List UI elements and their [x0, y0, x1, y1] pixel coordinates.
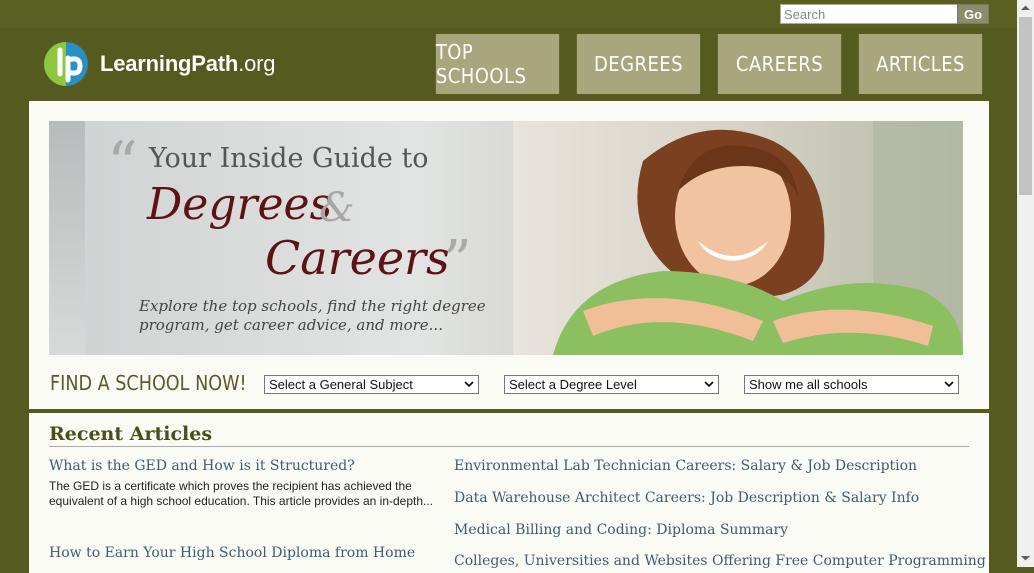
recent-articles-section: Recent Articles What is the GED and How … — [29, 413, 989, 573]
article-link-ged[interactable]: What is the GED and How is it Structured… — [49, 458, 355, 474]
degree-level-select[interactable]: Select a Degree Level — [504, 375, 719, 394]
nav-articles[interactable]: ARTICLES — [858, 34, 983, 94]
logo-text: LearningPath.org — [100, 51, 276, 76]
recent-articles-heading: Recent Articles — [49, 423, 213, 445]
divider — [49, 446, 969, 447]
find-school-label: FIND A SCHOOL NOW! — [50, 371, 247, 395]
article-excerpt: The GED is a certificate which proves th… — [49, 479, 434, 508]
nav-top-schools[interactable]: TOP SCHOOLS — [435, 34, 560, 94]
article-link-medical-billing[interactable]: Medical Billing and Coding: Diploma Summ… — [454, 522, 788, 538]
nav-degrees[interactable]: DEGREES — [576, 34, 701, 94]
hero-degrees: Degrees — [147, 179, 333, 230]
scrollbar-thumb[interactable] — [1019, 17, 1032, 195]
scroll-up-icon[interactable] — [1017, 2, 1034, 14]
hero-photo — [513, 121, 963, 355]
chevron-down-icon — [464, 381, 474, 388]
site-logo[interactable]: LearningPath.org — [42, 40, 275, 88]
article-link-diploma-home[interactable]: How to Earn Your High School Diploma fro… — [49, 545, 415, 561]
schools-select[interactable]: Show me all schools — [744, 375, 959, 394]
schools-select-value: Show me all schools — [749, 377, 868, 392]
scrollbar[interactable] — [1017, 0, 1034, 567]
logo-icon — [44, 42, 88, 86]
article-link-environmental-lab[interactable]: Environmental Lab Technician Careers: Sa… — [454, 458, 917, 474]
hero-ampersand: & — [319, 185, 355, 231]
hero-banner[interactable]: “ Your Inside Guide to Degrees & Careers… — [49, 121, 963, 355]
hero-panel: “ Your Inside Guide to Degrees & Careers… — [29, 101, 989, 409]
chevron-down-icon — [944, 381, 954, 388]
search-go-button[interactable]: Go — [957, 4, 989, 24]
hero-subtitle: Explore the top schools, find the right … — [139, 297, 486, 334]
nav-careers[interactable]: CAREERS — [717, 34, 842, 94]
subject-select-value: Select a General Subject — [269, 377, 413, 392]
chevron-down-icon — [704, 381, 714, 388]
article-link-data-warehouse[interactable]: Data Warehouse Architect Careers: Job De… — [454, 490, 919, 506]
degree-level-select-value: Select a Degree Level — [509, 377, 637, 392]
hero-tagline: Your Inside Guide to — [149, 143, 429, 174]
scroll-down-icon[interactable] — [1017, 552, 1034, 564]
hero-left-bar — [49, 121, 85, 355]
open-quote-icon: “ — [107, 129, 138, 199]
close-quote-icon: ” — [443, 229, 472, 294]
main-nav: TOP SCHOOLS DEGREES CAREERS ARTICLES — [429, 34, 989, 94]
subject-select[interactable]: Select a General Subject — [264, 375, 479, 394]
search-input[interactable] — [780, 4, 960, 24]
hero-careers: Careers — [265, 231, 450, 285]
